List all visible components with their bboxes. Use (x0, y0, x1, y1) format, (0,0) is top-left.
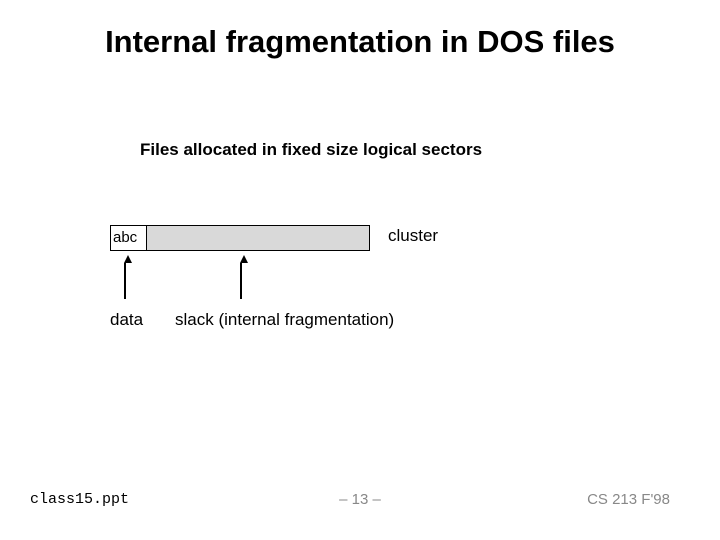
slide-title: Internal fragmentation in DOS files (0, 24, 720, 60)
footer-course: CS 213 F'98 (587, 491, 670, 508)
slide-subtitle: Files allocated in fixed size logical se… (140, 140, 482, 160)
data-label: data (110, 310, 143, 330)
data-cell: abc (111, 226, 147, 250)
cluster-label: cluster (388, 226, 438, 246)
cluster-box: abc (110, 225, 370, 251)
slack-label: slack (internal fragmentation) (175, 310, 394, 330)
slide: Internal fragmentation in DOS files File… (0, 0, 720, 540)
